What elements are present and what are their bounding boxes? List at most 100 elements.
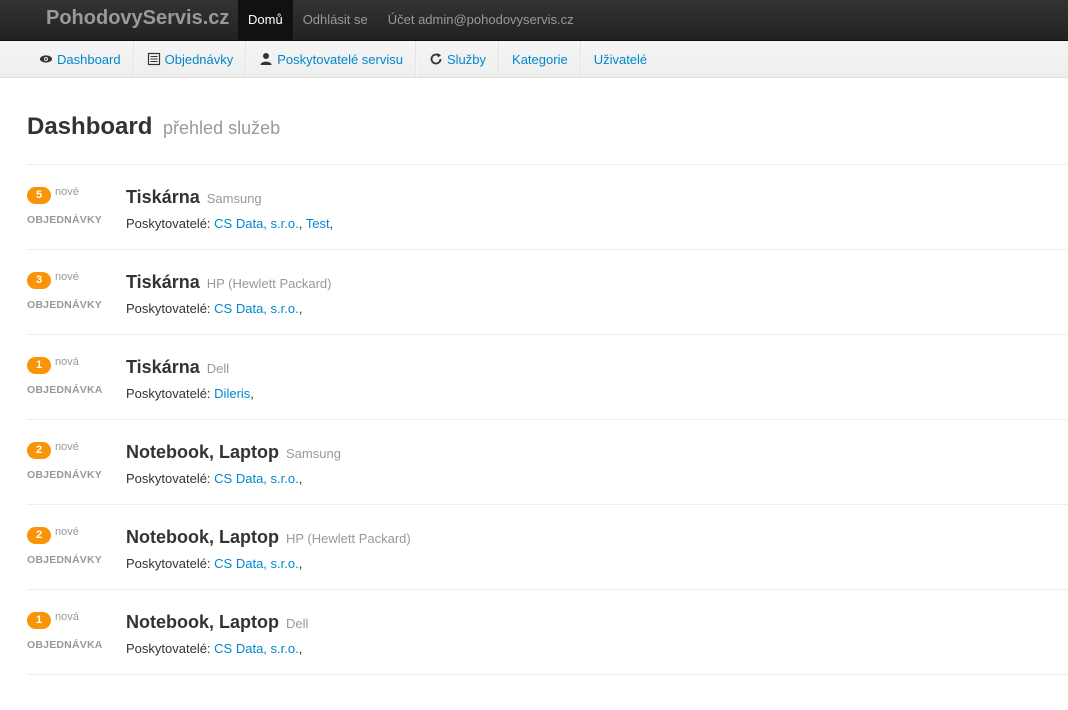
provider-link[interactable]: CS Data, s.r.o. [214,641,299,656]
count-badge: 1 [27,612,51,629]
subnav-users[interactable]: Uživatelé [580,41,659,77]
service-brand: Samsung [286,446,341,461]
subnav-providers[interactable]: Poskytovatelé servisu [246,41,416,77]
subnav-items: Dashboard Objednávky Poskytovatelé servi… [27,41,659,77]
service-category: Notebook, Laptop [126,612,279,632]
service-info: Tiskárna HP (Hewlett Packard) Poskytovat… [126,270,331,318]
refresh-icon [429,52,443,66]
brand-logo[interactable]: PohodovyServis.cz [46,7,229,30]
provider-link[interactable]: CS Data, s.r.o. [214,301,299,316]
top-navbar: PohodovyServis.cz Domů Odhlásit se Účet … [0,0,1068,41]
orders-label: OBJEDNÁVKA [27,639,103,651]
provider-link[interactable]: CS Data, s.r.o. [214,556,299,571]
subnav-dashboard[interactable]: Dashboard [27,41,134,77]
new-label: nové [55,526,79,538]
subnav-services[interactable]: Služby [416,41,500,77]
service-title: Notebook, Laptop Samsung [126,440,341,466]
service-category: Tiskárna [126,272,200,292]
providers-label: Poskytovatelé: [126,386,211,401]
service-info: Notebook, Laptop Dell Poskytovatelé: CS … [126,610,308,658]
list-icon [147,52,161,66]
page-title: Dashboard přehled služeb [27,112,1068,143]
orders-label: OBJEDNÁVKY [27,214,102,226]
service-info: Tiskárna Dell Poskytovatelé: Dileris, [126,355,254,403]
service-category: Tiskárna [126,357,200,377]
subnav-label: Uživatelé [593,51,648,67]
service-brand: HP (Hewlett Packard) [206,276,332,291]
subnav-label: Poskytovatelé servisu [277,51,403,67]
page-subtitle: přehled služeb [163,118,281,138]
service-title: Notebook, Laptop Dell [126,610,308,636]
orders-label: OBJEDNÁVKY [27,299,102,311]
subnav-label: Objednávky [164,51,234,67]
service-title: Notebook, Laptop HP (Hewlett Packard) [126,525,411,551]
new-label: nová [55,356,79,368]
orders-label: OBJEDNÁVKY [27,469,102,481]
service-info: Notebook, Laptop HP (Hewlett Packard) Po… [126,525,411,573]
service-row: 2 nové OBJEDNÁVKY Notebook, Laptop HP (He… [27,505,1068,590]
order-count: 5 nové OBJEDNÁVKY [27,185,117,226]
providers-line: Poskytovatelé: CS Data, s.r.o., Test, [126,216,334,231]
service-info: Tiskárna Samsung Poskytovatelé: CS Data,… [126,185,333,233]
provider-link[interactable]: CS Data, s.r.o. [214,471,299,486]
service-row: 5 nové OBJEDNÁVKY Tiskárna Samsung Poskyt… [27,165,1068,250]
count-badge: 1 [27,357,51,374]
orders-label: OBJEDNÁVKA [27,384,103,396]
service-brand: Dell [286,616,309,631]
providers-label: Poskytovatelé: [126,301,211,316]
order-count: 1 nová OBJEDNÁVKA [27,355,117,396]
providers-label: Poskytovatelé: [126,216,211,231]
subnav-categories[interactable]: Kategorie [499,41,581,77]
service-row: 2 nové OBJEDNÁVKY Notebook, Laptop Samsun… [27,420,1068,505]
subnav-label: Služby [447,51,487,67]
top-nav: Domů Odhlásit se Účet admin@pohodovyserv… [238,0,584,40]
service-list: 5 nové OBJEDNÁVKY Tiskárna Samsung Poskyt… [27,165,1068,675]
providers-line: Poskytovatelé: CS Data, s.r.o., [126,556,303,571]
count-badge: 2 [27,527,51,544]
service-brand: Samsung [206,191,262,206]
nav-home[interactable]: Domů [238,0,293,40]
providers-label: Poskytovatelé: [126,641,211,656]
providers-label: Poskytovatelé: [126,556,211,571]
service-row: 3 nové OBJEDNÁVKY Tiskárna HP (Hewlett Pa… [27,250,1068,335]
service-row: 1 nová OBJEDNÁVKA Tiskárna Dell Poskytova… [27,335,1068,420]
service-brand: HP (Hewlett Packard) [286,531,411,546]
count-badge: 5 [27,187,51,204]
user-icon [259,52,273,66]
new-label: nové [55,271,79,283]
service-category: Tiskárna [126,187,200,207]
providers-label: Poskytovatelé: [126,471,211,486]
service-category: Notebook, Laptop [126,527,279,547]
subnav-label: Dashboard [57,51,121,67]
service-title: Tiskárna Dell [126,355,254,381]
order-count: 2 nové OBJEDNÁVKY [27,525,117,566]
providers-line: Poskytovatelé: Dileris, [126,386,254,401]
new-label: nové [55,441,79,453]
new-label: nové [55,186,79,198]
nav-account[interactable]: Účet admin@pohodovyservis.cz [378,0,584,40]
service-title: Tiskárna Samsung [126,185,333,211]
eye-icon [39,52,53,66]
page-header: Dashboard přehled služeb [27,112,1068,165]
order-count: 1 nová OBJEDNÁVKA [27,610,117,651]
service-row: 1 nová OBJEDNÁVKA Notebook, Laptop Dell P… [27,590,1068,675]
provider-link[interactable]: Dileris [214,386,250,401]
service-info: Notebook, Laptop Samsung Poskytovatelé: … [126,440,341,488]
provider-link[interactable]: CS Data, s.r.o. [214,216,299,231]
orders-label: OBJEDNÁVKY [27,554,102,566]
provider-link[interactable]: Test [306,216,330,231]
page-title-text: Dashboard [27,113,153,140]
providers-line: Poskytovatelé: CS Data, s.r.o., [126,301,303,316]
nav-logout[interactable]: Odhlásit se [293,0,378,40]
count-badge: 3 [27,272,51,289]
service-category: Notebook, Laptop [126,442,279,462]
count-badge: 2 [27,442,51,459]
sub-navbar: Dashboard Objednávky Poskytovatelé servi… [0,41,1068,78]
providers-line: Poskytovatelé: CS Data, s.r.o., [126,471,303,486]
order-count: 3 nové OBJEDNÁVKY [27,270,117,311]
providers-line: Poskytovatelé: CS Data, s.r.o., [126,641,303,656]
subnav-orders[interactable]: Objednávky [133,41,247,77]
order-count: 2 nové OBJEDNÁVKY [27,440,117,481]
subnav-label: Kategorie [512,51,568,67]
new-label: nová [55,611,79,623]
